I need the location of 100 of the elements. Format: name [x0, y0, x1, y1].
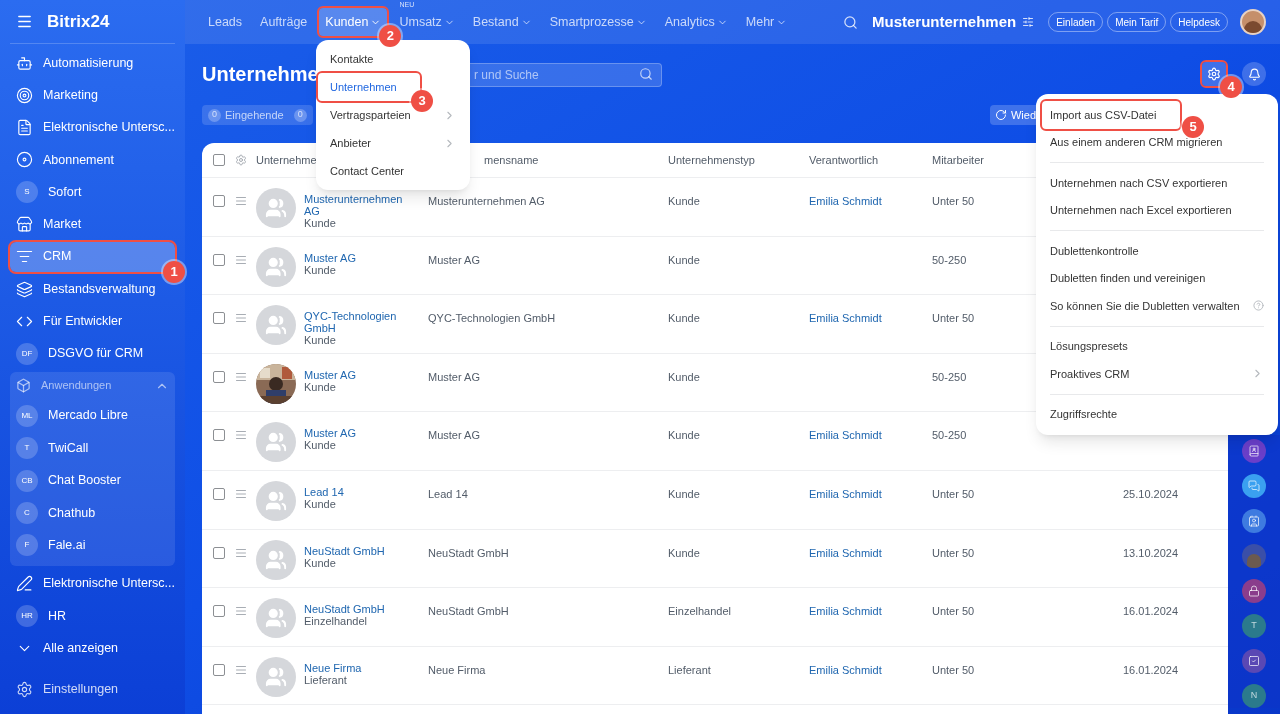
sidebar-item[interactable]: DF DSGVO für CRM [10, 338, 175, 369]
menu-item[interactable]: Proaktives CRM [1050, 360, 1264, 388]
column-header[interactable]: Unternehme [256, 153, 317, 166]
nav-tab[interactable]: Analytics [658, 8, 734, 36]
column-header[interactable]: Mitarbeiter [932, 153, 984, 166]
user-link[interactable]: Emilia Schmidt [809, 429, 882, 442]
rail-button[interactable]: N [1242, 684, 1266, 708]
rail-button[interactable] [1242, 579, 1266, 603]
table-cell-text: 25.10.2024 [1123, 486, 1179, 502]
column-header[interactable]: Unternehmenstyp [668, 153, 755, 166]
menu-item[interactable]: Contact Center [318, 157, 468, 185]
notifications-button[interactable] [1242, 62, 1266, 86]
company-link[interactable]: Lead 14 [304, 485, 416, 498]
nav-tab[interactable]: Aufträge [254, 8, 314, 36]
company-link[interactable]: NeuStadt GmbH [304, 544, 416, 557]
menu-item[interactable]: Import aus CSV-Datei [1042, 101, 1180, 129]
company-link[interactable]: Muster AG [304, 251, 416, 264]
checkbox[interactable] [213, 312, 225, 325]
drag-handle-icon[interactable] [235, 370, 247, 383]
sidebar-item[interactable]: C Chathub [10, 496, 175, 530]
sidebar-item[interactable]: Einstellungen [0, 674, 185, 704]
checkbox[interactable] [213, 605, 225, 618]
company-link[interactable]: Muster AG [304, 427, 416, 440]
menu-item[interactable]: Unternehmen nach Excel exportieren [1050, 196, 1264, 224]
nav-tab[interactable]: Bestand [466, 8, 538, 36]
sidebar-item[interactable]: S Sofort [10, 177, 175, 208]
sidebar-item[interactable]: T TwiCall [10, 432, 175, 465]
drag-handle-icon[interactable] [235, 663, 247, 676]
rail-button[interactable] [1242, 649, 1266, 673]
company-link[interactable]: NeuStadt GmbH [304, 603, 416, 616]
sidebar-item[interactable]: Market [10, 209, 175, 240]
rail-button[interactable] [1242, 509, 1266, 533]
user-link[interactable]: Emilia Schmidt [809, 195, 882, 207]
drag-handle-icon[interactable] [235, 429, 247, 442]
company-link[interactable]: Neue Firma [304, 661, 416, 674]
checkbox[interactable] [213, 546, 225, 559]
nav-tab[interactable]: Smartprozesse [543, 8, 653, 36]
sidebar-item[interactable]: HR HR [10, 600, 175, 631]
table-cell: Unter 50 [932, 663, 975, 676]
sidebar-item[interactable]: Für Entwickler [10, 306, 175, 337]
company-link[interactable]: QYC-Technologien GmbH [304, 310, 416, 335]
checkbox[interactable] [213, 154, 225, 166]
menu-item[interactable]: Unternehmen nach CSV exportieren [1050, 169, 1264, 197]
checkbox[interactable] [213, 429, 225, 442]
rail-icon [1248, 515, 1260, 527]
menu-item[interactable]: Lösungspresets [1050, 332, 1264, 360]
checkbox[interactable] [213, 370, 225, 383]
sidebar-item[interactable]: F Fale.ai [10, 529, 175, 562]
help-icon[interactable] [1253, 300, 1264, 312]
drag-handle-icon[interactable] [235, 487, 247, 500]
sidebar-item[interactable]: Alle anzeigen [10, 633, 175, 664]
sliders-icon[interactable] [1022, 16, 1035, 28]
table-cell: Unter 50 [932, 487, 975, 500]
nav-tab[interactable]: Kunden [319, 8, 388, 36]
column-header[interactable]: mensname [484, 153, 539, 166]
company-link[interactable]: Musterunternehmen AG [304, 193, 416, 217]
drag-handle-icon[interactable] [235, 253, 247, 266]
search-icon[interactable] [843, 14, 858, 30]
gear-icon[interactable] [235, 154, 247, 166]
nav-tab[interactable]: Leads [202, 8, 249, 36]
drag-handle-icon[interactable] [235, 195, 247, 207]
sidebar-item[interactable]: CB Chat Booster [10, 464, 175, 497]
company-name[interactable]: Musterunternehmen [872, 10, 1017, 34]
rail-button[interactable] [1242, 474, 1266, 498]
sidebar-item[interactable]: Elektronische Untersc... [10, 112, 175, 143]
sidebar-item[interactable]: Abonnement [10, 144, 175, 175]
checkbox[interactable] [213, 487, 225, 500]
settings-button[interactable] [1202, 62, 1226, 86]
user-avatar[interactable] [1240, 9, 1266, 35]
sidebar-item[interactable]: ML Mercado Libre [10, 399, 175, 433]
rail-button[interactable] [1242, 439, 1266, 463]
people-icon [265, 197, 287, 219]
checkbox[interactable] [213, 253, 225, 266]
user-link[interactable]: Emilia Schmidt [809, 487, 882, 500]
user-link[interactable]: Emilia Schmidt [809, 663, 882, 676]
company-type: Kunde [304, 334, 337, 348]
menu-item[interactable]: Dublettenkontrolle [1050, 237, 1264, 265]
checkbox[interactable] [213, 195, 225, 207]
checkbox[interactable] [213, 663, 225, 676]
logo[interactable]: Bitrix24 [47, 8, 110, 35]
menu-item[interactable]: Dubletten finden und vereinigen [1050, 264, 1264, 292]
drag-handle-icon[interactable] [235, 546, 247, 559]
menu-item[interactable]: Zugriffsrechte [1050, 400, 1264, 428]
user-link[interactable]: Emilia Schmidt [809, 546, 882, 559]
sidebar-item[interactable]: Marketing [10, 80, 175, 111]
user-link[interactable]: Emilia Schmidt [809, 605, 882, 618]
initials-icon: T [16, 437, 38, 460]
sidebar-item[interactable]: Automatisierung [10, 48, 175, 78]
drag-handle-icon[interactable] [235, 312, 247, 325]
company-link[interactable]: Muster AG [304, 368, 416, 381]
column-header[interactable]: Verantwortlich [809, 153, 879, 166]
nav-tab[interactable]: Mehr [739, 8, 794, 36]
menu-icon[interactable] [16, 13, 33, 30]
user-link[interactable]: Emilia Schmidt [809, 312, 882, 325]
menu-item[interactable]: Anbieter [318, 129, 468, 157]
rail-button[interactable]: T [1242, 614, 1266, 638]
menu-item-icon [16, 151, 33, 169]
sidebar-item[interactable]: Elektronische Untersc... [10, 568, 175, 599]
drag-handle-icon[interactable] [235, 605, 247, 618]
menu-item[interactable]: So können Sie die Dubletten verwalten [1050, 292, 1264, 320]
